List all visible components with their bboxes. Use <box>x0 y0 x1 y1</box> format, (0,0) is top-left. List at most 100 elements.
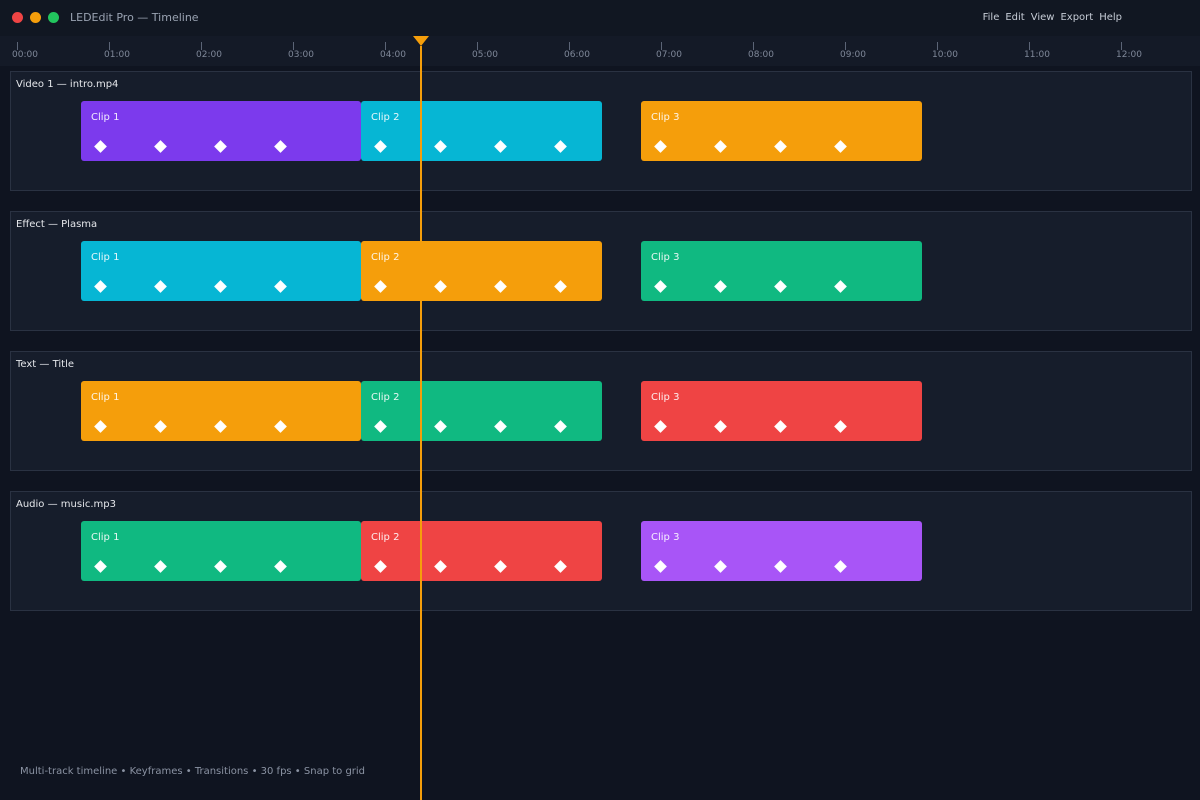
track-row[interactable]: Audio — music.mp3 Clip 1 Clip 2 Clip 3 <box>10 491 1192 611</box>
keyframe-marker[interactable] <box>714 280 727 293</box>
keyframe-marker[interactable] <box>214 560 227 573</box>
ruler-tick <box>201 42 202 50</box>
clip-label: Clip 2 <box>371 112 400 123</box>
keyframe-marker[interactable] <box>214 140 227 153</box>
playhead-line[interactable] <box>420 46 422 800</box>
keyframe-marker[interactable] <box>774 420 787 433</box>
keyframe-marker[interactable] <box>154 140 167 153</box>
keyframe-marker[interactable] <box>274 560 287 573</box>
menu-export[interactable]: Export <box>1060 12 1093 23</box>
ruler-tick-label: 07:00 <box>656 50 682 60</box>
keyframe-marker[interactable] <box>654 420 667 433</box>
ruler-tick <box>937 42 938 50</box>
ruler-tick-label: 05:00 <box>472 50 498 60</box>
keyframe-marker[interactable] <box>434 280 447 293</box>
keyframe-marker[interactable] <box>274 280 287 293</box>
minimize-window-button[interactable] <box>30 12 41 23</box>
keyframe-marker[interactable] <box>494 560 507 573</box>
ruler-tick <box>385 42 386 50</box>
keyframe-marker[interactable] <box>834 420 847 433</box>
track-row[interactable]: Video 1 — intro.mp4 Clip 1 Clip 2 Clip 3 <box>10 71 1192 191</box>
ruler-tick-label: 00:00 <box>12 50 38 60</box>
timeline-clip[interactable]: Clip 2 <box>361 521 602 581</box>
ruler-tick-label: 01:00 <box>104 50 130 60</box>
keyframe-marker[interactable] <box>154 560 167 573</box>
timeline-clip[interactable]: Clip 3 <box>641 101 922 161</box>
keyframe-marker[interactable] <box>274 140 287 153</box>
keyframe-marker[interactable] <box>154 420 167 433</box>
menu-view[interactable]: View <box>1031 12 1055 23</box>
menu-file[interactable]: File <box>983 12 1000 23</box>
keyframe-marker[interactable] <box>774 280 787 293</box>
keyframe-marker[interactable] <box>154 280 167 293</box>
keyframe-marker[interactable] <box>554 560 567 573</box>
menu-help[interactable]: Help <box>1099 12 1122 23</box>
keyframe-marker[interactable] <box>494 140 507 153</box>
timeline-clip[interactable]: Clip 2 <box>361 381 602 441</box>
keyframe-marker[interactable] <box>94 280 107 293</box>
ruler-tick-label: 06:00 <box>564 50 590 60</box>
clip-label: Clip 3 <box>651 112 680 123</box>
keyframe-marker[interactable] <box>94 140 107 153</box>
keyframe-marker[interactable] <box>94 560 107 573</box>
keyframe-marker[interactable] <box>214 420 227 433</box>
keyframe-marker[interactable] <box>554 420 567 433</box>
time-ruler[interactable]: 00:00 01:00 02:00 03:00 04:00 05:00 06:00 07:00… <box>0 36 1200 66</box>
keyframe-marker[interactable] <box>714 140 727 153</box>
clip-label: Clip 1 <box>91 252 120 263</box>
keyframe-marker[interactable] <box>554 280 567 293</box>
playhead-handle[interactable] <box>413 36 429 46</box>
timeline-clip[interactable]: Clip 2 <box>361 241 602 301</box>
clip-label: Clip 3 <box>651 532 680 543</box>
window-title: LEDEdit Pro — Timeline <box>70 11 199 24</box>
ruler-tick-label: 11:00 <box>1024 50 1050 60</box>
keyframe-marker[interactable] <box>774 140 787 153</box>
track-label: Audio — music.mp3 <box>16 499 116 510</box>
ruler-tick-label: 04:00 <box>380 50 406 60</box>
keyframe-marker[interactable] <box>434 420 447 433</box>
status-bar: Multi-track timeline • Keyframes • Trans… <box>20 766 366 777</box>
timeline-clip[interactable]: Clip 3 <box>641 521 922 581</box>
track-label: Effect — Plasma <box>16 219 98 230</box>
ruler-tick <box>1029 42 1030 50</box>
keyframe-marker[interactable] <box>494 420 507 433</box>
timeline-clip[interactable]: Clip 1 <box>81 521 361 581</box>
maximize-window-button[interactable] <box>48 12 59 23</box>
keyframe-marker[interactable] <box>94 420 107 433</box>
timeline-clip[interactable]: Clip 3 <box>641 381 922 441</box>
keyframe-marker[interactable] <box>834 140 847 153</box>
timeline-clip[interactable]: Clip 1 <box>81 101 361 161</box>
keyframe-marker[interactable] <box>714 420 727 433</box>
clip-label: Clip 3 <box>651 252 680 263</box>
menu-edit[interactable]: Edit <box>1005 12 1024 23</box>
ruler-tick <box>661 42 662 50</box>
keyframe-marker[interactable] <box>374 140 387 153</box>
timeline-clip[interactable]: Clip 3 <box>641 241 922 301</box>
clip-label: Clip 2 <box>371 392 400 403</box>
keyframe-marker[interactable] <box>214 280 227 293</box>
keyframe-marker[interactable] <box>274 420 287 433</box>
keyframe-marker[interactable] <box>654 140 667 153</box>
keyframe-marker[interactable] <box>374 560 387 573</box>
track-label: Text — Title <box>16 359 75 370</box>
close-window-button[interactable] <box>12 12 23 23</box>
keyframe-marker[interactable] <box>774 560 787 573</box>
keyframe-marker[interactable] <box>554 140 567 153</box>
keyframe-marker[interactable] <box>654 560 667 573</box>
keyframe-marker[interactable] <box>714 560 727 573</box>
track-row[interactable]: Effect — Plasma Clip 1 Clip 2 Clip 3 <box>10 211 1192 331</box>
timeline-clip[interactable]: Clip 1 <box>81 381 361 441</box>
keyframe-marker[interactable] <box>654 280 667 293</box>
timeline-clip[interactable]: Clip 2 <box>361 101 602 161</box>
keyframe-marker[interactable] <box>434 140 447 153</box>
keyframe-marker[interactable] <box>834 560 847 573</box>
keyframe-marker[interactable] <box>374 280 387 293</box>
keyframe-marker[interactable] <box>834 280 847 293</box>
timeline-clip[interactable]: Clip 1 <box>81 241 361 301</box>
ruler-tick <box>1121 42 1122 50</box>
keyframe-marker[interactable] <box>434 560 447 573</box>
keyframe-marker[interactable] <box>374 420 387 433</box>
keyframe-marker[interactable] <box>494 280 507 293</box>
ruler-tick-label: 12:00 <box>1116 50 1142 60</box>
track-row[interactable]: Text — Title Clip 1 Clip 2 Clip 3 <box>10 351 1192 471</box>
